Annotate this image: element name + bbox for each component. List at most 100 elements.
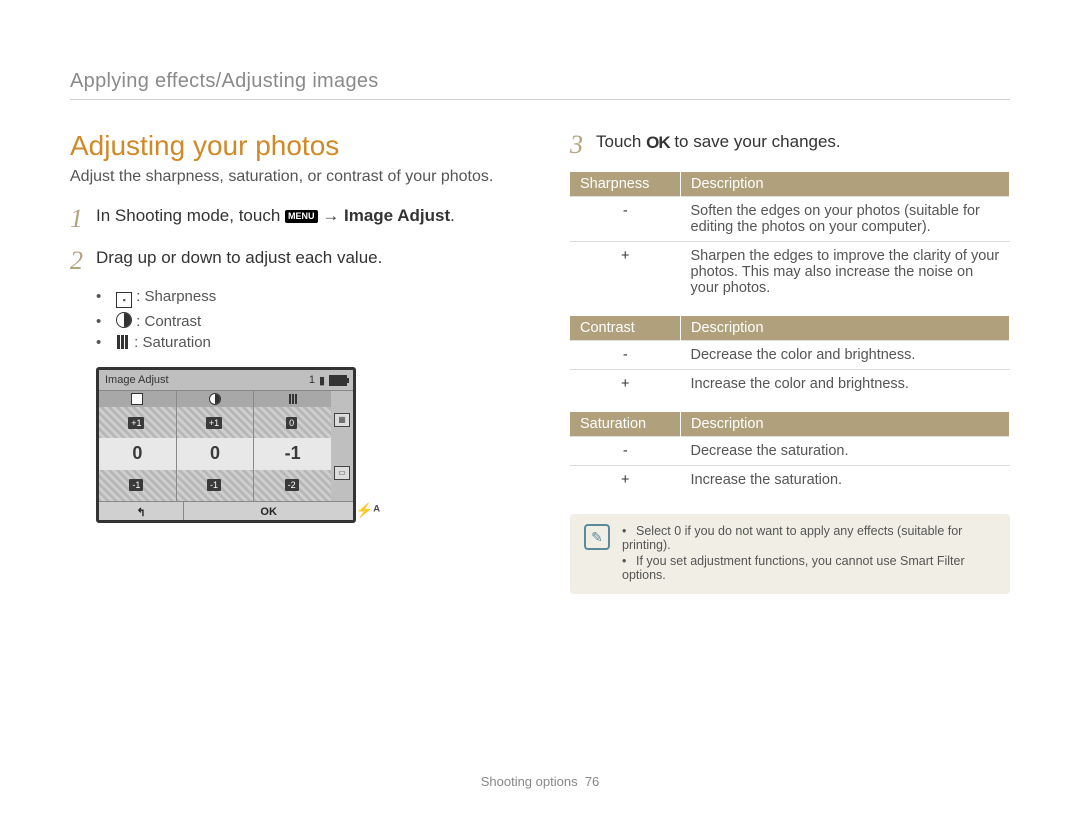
value-chip: -1 — [129, 479, 143, 491]
step-tail: . — [450, 206, 455, 225]
table-row: + Increase the saturation. — [570, 466, 1010, 495]
table-row: - Decrease the saturation. — [570, 437, 1010, 466]
value-chip: -2 — [285, 479, 299, 491]
lcd-col-header — [177, 391, 254, 407]
lcd-columns: +1 0 -1 +1 0 -1 — [99, 391, 331, 501]
contrast-icon — [116, 312, 132, 328]
desc-cell: Soften the edges on your photos (suitabl… — [681, 197, 1010, 242]
lcd-title: Image Adjust — [105, 374, 169, 386]
side-icon: ▦ — [334, 413, 350, 427]
table-row: - Decrease the color and brightness. — [570, 341, 1010, 370]
lcd-cell: -2 — [254, 470, 331, 501]
lcd-ok-button: OK — [184, 502, 353, 522]
note-item: If you set adjustment functions, you can… — [622, 554, 996, 582]
sharpness-table: Sharpness Description - Soften the edges… — [570, 172, 1010, 302]
sign-cell: + — [570, 370, 681, 399]
table-header: Description — [681, 172, 1010, 197]
step-3: 3 Touch OK to save your changes. — [570, 130, 1010, 158]
page: Applying effects/Adjusting images Adjust… — [0, 0, 1080, 815]
side-icon: ▭ — [334, 466, 350, 480]
step-body: Drag up or down to adjust each value. — [96, 246, 530, 270]
note-icon: ✎ — [584, 524, 610, 550]
desc-cell: Decrease the saturation. — [681, 437, 1010, 466]
table-row: + Increase the color and brightness. — [570, 370, 1010, 399]
step-body: Touch OK to save your changes. — [596, 130, 1010, 154]
sd-icon: ▮ — [319, 374, 325, 387]
menu-icon: MENU — [285, 210, 318, 223]
table-header-row: Contrast Description — [570, 316, 1010, 341]
step-1: 1 In Shooting mode, touch MENU → Image A… — [70, 204, 530, 232]
lcd-cell-active: -1 — [254, 438, 331, 469]
sign-cell: + — [570, 466, 681, 495]
right-column: 3 Touch OK to save your changes. Sharpne… — [570, 130, 1010, 594]
desc-cell: Decrease the color and brightness. — [681, 341, 1010, 370]
sign-cell: - — [570, 197, 681, 242]
table-header: Description — [681, 412, 1010, 437]
sign-cell: + — [570, 242, 681, 303]
note-list: Select 0 if you do not want to apply any… — [622, 524, 996, 584]
battery-icon — [329, 375, 347, 386]
saturation-table: Saturation Description - Decrease the sa… — [570, 412, 1010, 494]
lcd-photo-count: 1 — [309, 374, 315, 386]
table-row: - Soften the edges on your photos (suita… — [570, 197, 1010, 242]
footer-page: 76 — [585, 774, 599, 789]
lcd-topbar: Image Adjust 1 ▮ — [99, 370, 353, 391]
bullet-label: : Sharpness — [136, 288, 216, 305]
lcd-col-contrast: +1 0 -1 — [177, 391, 255, 501]
step-number: 1 — [70, 204, 96, 232]
value-chip: +1 — [128, 417, 144, 429]
lcd-cell: -1 — [177, 470, 254, 501]
step-number: 3 — [570, 130, 596, 158]
note-box: ✎ Select 0 if you do not want to apply a… — [570, 514, 1010, 594]
footer-section: Shooting options — [481, 774, 578, 789]
step-body: In Shooting mode, touch MENU → Image Adj… — [96, 204, 530, 228]
table-header: Contrast — [570, 316, 681, 341]
step-bold: Image Adjust — [344, 206, 450, 225]
content-columns: Adjusting your photos Adjust the sharpne… — [70, 130, 1010, 594]
lcd-sidebar: ▦ ▭ — [331, 391, 353, 501]
lcd-cell: +1 — [99, 407, 176, 438]
bullet-sharpness: ▪: Sharpness — [96, 288, 530, 308]
lcd-col-header — [99, 391, 176, 407]
step-text: → — [322, 206, 344, 225]
bullet-saturation: : Saturation — [96, 334, 530, 351]
intro-text: Adjust the sharpness, saturation, or con… — [70, 168, 530, 186]
lcd-cell: -1 — [99, 470, 176, 501]
contrast-table: Contrast Description - Decrease the colo… — [570, 316, 1010, 398]
step-number: 2 — [70, 246, 96, 274]
note-item: Select 0 if you do not want to apply any… — [622, 524, 996, 552]
saturation-icon — [116, 335, 130, 349]
desc-cell: Increase the saturation. — [681, 466, 1010, 495]
lcd-col-header — [254, 391, 331, 407]
lcd-cell: +1 — [177, 407, 254, 438]
sub-bullet-list: ▪: Sharpness : Contrast : Saturation — [70, 288, 530, 351]
left-column: Adjusting your photos Adjust the sharpne… — [70, 130, 530, 594]
step-text: Touch — [596, 132, 646, 151]
lcd-screenshot: Image Adjust 1 ▮ +1 0 — [96, 367, 356, 523]
breadcrumb: Applying effects/Adjusting images — [70, 70, 1010, 100]
sign-cell: - — [570, 341, 681, 370]
lcd-status: 1 ▮ — [309, 374, 347, 387]
lcd-col-saturation: 0 -1 -2 — [254, 391, 331, 501]
bullet-label: : Contrast — [136, 313, 201, 330]
lcd-cell-active: 0 — [177, 438, 254, 469]
table-header: Description — [681, 316, 1010, 341]
sharpness-icon — [131, 393, 143, 405]
saturation-icon — [289, 394, 297, 404]
lcd-cell: 0 — [254, 407, 331, 438]
value-chip: +1 — [206, 417, 222, 429]
step-text: to save your changes. — [674, 132, 840, 151]
ok-icon: OK — [646, 131, 670, 155]
sign-cell: - — [570, 437, 681, 466]
table-header: Saturation — [570, 412, 681, 437]
lcd-cell-active: 0 — [99, 438, 176, 469]
section-title: Adjusting your photos — [70, 130, 530, 162]
bullet-contrast: : Contrast — [96, 312, 530, 330]
table-header: Sharpness — [570, 172, 681, 197]
lcd-grid: +1 0 -1 +1 0 -1 — [99, 391, 353, 501]
table-row: + Sharpen the edges to improve the clari… — [570, 242, 1010, 303]
desc-cell: Sharpen the edges to improve the clarity… — [681, 242, 1010, 303]
contrast-icon — [209, 393, 221, 405]
value-chip: -1 — [207, 479, 221, 491]
step-text: In Shooting mode, touch — [96, 206, 285, 225]
